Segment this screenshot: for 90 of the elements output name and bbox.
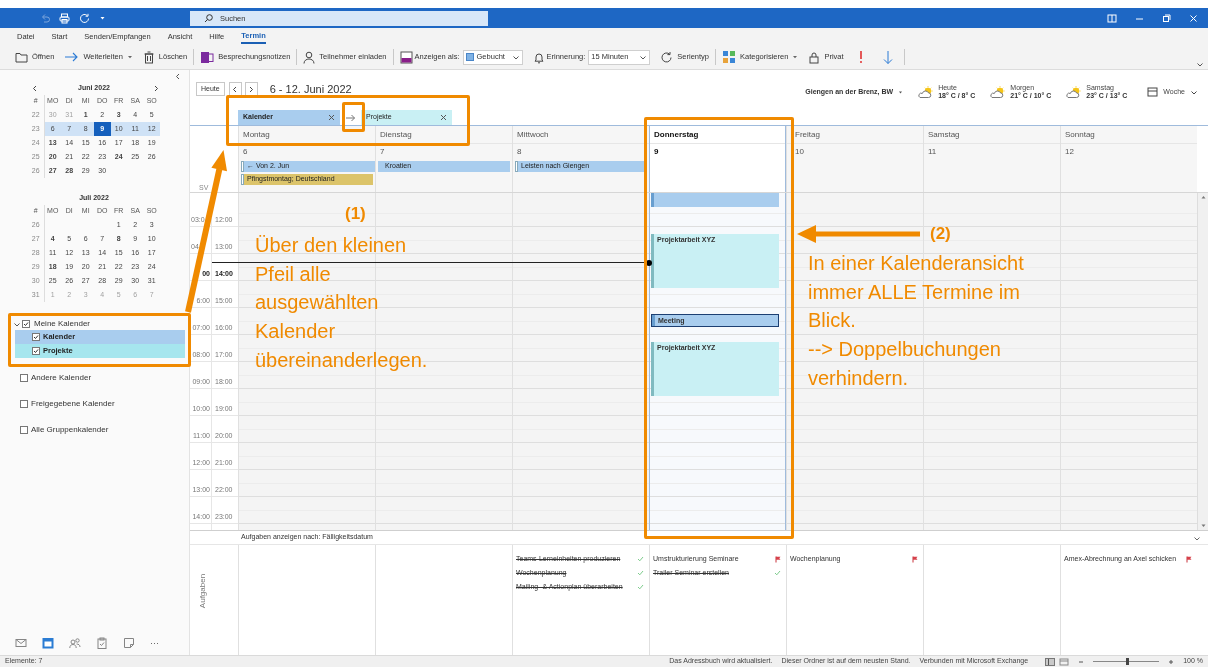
chevron-left-icon [232,85,239,93]
checkmark-icon[interactable] [774,570,781,576]
bell-icon [532,50,545,64]
chevron-down-icon [1190,88,1198,96]
day-number[interactable]: 11 [928,145,937,158]
chevron-down-icon[interactable] [1193,534,1200,541]
calendar-view-icon [1147,87,1159,97]
flag-icon[interactable] [1186,555,1192,563]
date-range-title: 6 - 12. Juni 2022 [269,82,352,96]
forward-arrow-icon [64,51,80,63]
flag-icon[interactable] [775,555,781,563]
close-icon [440,114,447,121]
day-name[interactable]: Samstag [928,128,960,141]
caret-icon [792,54,799,60]
chevron-down-icon [639,53,648,61]
day-number[interactable]: 7 [380,145,385,158]
day-name[interactable]: Freitag [795,128,820,141]
cycle-icon [660,50,674,64]
restore-icon[interactable] [1162,13,1171,23]
previous-week-button[interactable] [228,82,242,96]
more-button[interactable]: ··· [150,638,159,648]
annotation-number: (2) [930,224,951,244]
checkmark-icon[interactable] [637,584,644,590]
day-number[interactable]: 8 [517,145,522,158]
day-name[interactable]: Dienstag [380,128,412,141]
scrollbar[interactable] [1197,193,1208,530]
flag-icon[interactable] [912,555,918,563]
notebook-icon [200,50,215,64]
annotation-text: In einer Kalenderansicht immer ALLE Termine im Blick. --> Doppelbuchungen verhindern. [808,251,1024,391]
day-number[interactable]: 6 [243,145,248,158]
cloud-sun-icon [917,85,935,99]
exclamation-icon[interactable] [857,50,864,64]
category-grid-icon [722,50,736,64]
collapse-ribbon-icon[interactable] [1196,61,1204,67]
people-icon[interactable] [69,637,81,649]
expand-chevron-icon[interactable] [13,320,20,327]
caret-icon [898,89,904,95]
checkbox[interactable] [20,374,28,382]
print-icon[interactable] [59,12,70,24]
checkmark-icon[interactable] [637,556,644,562]
close-icon [328,114,335,121]
customize-caret-icon[interactable] [99,15,106,21]
zoom-slider-thumb[interactable] [1125,658,1129,665]
clipboard-icon[interactable] [96,637,108,649]
scroll-up-icon [1200,195,1206,199]
checkmark-icon[interactable] [637,570,644,576]
annotation-text: Über den kleinen Pfeil alle ausgewählten Kalender übereinanderlegen. [255,233,428,373]
calendar-group-label[interactable]: Alle Gruppenkalender [31,424,109,436]
calendar-group-label[interactable]: Andere Kalender [31,372,92,384]
zoom-in-icon[interactable] [1168,658,1175,665]
trash-icon [142,50,155,64]
day-number[interactable]: 10 [795,145,804,158]
day-name[interactable]: Mittwoch [517,128,549,141]
chevron-down-icon [511,53,520,61]
note-icon[interactable] [123,637,135,649]
collapse-pane-icon[interactable] [175,73,181,80]
chevron-right-icon [248,85,255,93]
close-icon[interactable] [1189,13,1198,23]
calendar-icon[interactable] [42,637,54,649]
caret-icon [126,54,133,60]
cloud-sun-icon [989,85,1007,99]
next-month-icon[interactable] [153,85,159,92]
tasks-label: Aufgaben [197,573,209,609]
overlay-arrow-icon[interactable] [345,113,356,122]
scroll-down-icon [1200,524,1206,528]
folder-icon [15,51,28,63]
search-icon [204,13,213,23]
checkbox[interactable] [20,426,28,434]
checkbox[interactable] [32,333,40,341]
color-bar-icon [399,50,413,64]
lock-icon [808,50,821,64]
day-name[interactable]: Donnerstag [654,128,699,141]
checkbox[interactable] [20,400,28,408]
checkbox[interactable] [22,319,30,328]
day-name[interactable]: Sonntag [1065,128,1095,141]
mail-icon[interactable] [15,637,27,649]
next-week-button[interactable] [244,82,258,96]
previous-month-icon[interactable] [32,85,38,92]
ribbon-display-icon[interactable] [1107,13,1117,23]
calendar-group-label[interactable]: Meine Kalender [34,317,91,330]
day-name[interactable]: Montag [243,128,270,141]
calendar-group-label[interactable]: Freigegebene Kalender [31,398,115,410]
day-number[interactable]: 12 [1065,145,1074,158]
day-number[interactable]: 9 [654,145,659,158]
checkbox[interactable] [32,347,40,355]
cloud-sun-icon [1065,85,1083,99]
refresh-icon[interactable] [79,12,90,24]
normal-view-icon[interactable] [1045,657,1056,666]
person-icon [303,50,316,64]
annotation-number: (1) [345,204,366,224]
